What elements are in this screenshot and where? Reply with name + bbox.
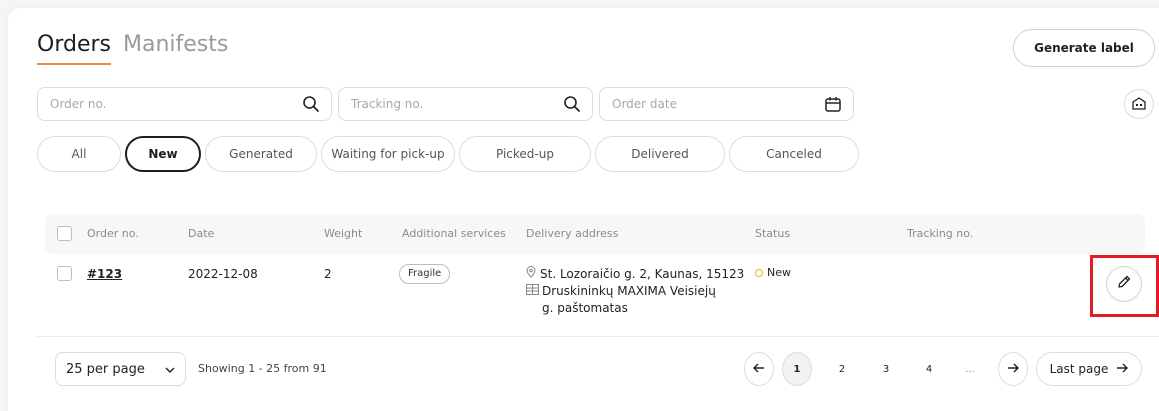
chip-picked-up[interactable]: Picked-up bbox=[459, 136, 591, 172]
building-icon bbox=[1132, 95, 1146, 114]
page-2-button[interactable]: 2 bbox=[832, 352, 852, 386]
address-line-1: St. Lozoraičio g. 2, Kaunas, 15123 bbox=[540, 267, 745, 281]
parcel-terminal-icon bbox=[526, 283, 539, 300]
pencil-icon bbox=[1116, 274, 1132, 294]
page-1-button[interactable]: 1 bbox=[782, 352, 812, 386]
status-text: New bbox=[767, 266, 791, 279]
tab-orders[interactable]: Orders bbox=[37, 30, 111, 65]
header-delivery-address: Delivery address bbox=[526, 227, 619, 240]
location-pin-icon bbox=[526, 266, 536, 283]
per-page-value: 25 per page bbox=[66, 361, 145, 377]
last-page-button[interactable]: Last page bbox=[1036, 352, 1142, 386]
tab-manifests[interactable]: Manifests bbox=[123, 30, 228, 60]
last-page-label: Last page bbox=[1049, 362, 1109, 376]
showing-count: Showing 1 - 25 from 91 bbox=[198, 362, 327, 375]
chip-all[interactable]: All bbox=[37, 136, 121, 172]
row-checkbox[interactable] bbox=[57, 266, 72, 281]
terminal-line: Druskininkų MAXIMA Veisiejų bbox=[526, 283, 751, 300]
header-status: Status bbox=[755, 227, 791, 240]
order-weight: 2 bbox=[324, 267, 332, 281]
tabs: Orders Manifests bbox=[37, 30, 240, 65]
status-badge: New bbox=[755, 266, 791, 279]
status-dot-icon bbox=[755, 269, 763, 277]
order-no-field[interactable] bbox=[37, 87, 332, 121]
table-header: Order no. Date Weight Additional service… bbox=[45, 214, 1145, 254]
order-date-input[interactable] bbox=[612, 97, 823, 111]
chip-generated[interactable]: Generated bbox=[205, 136, 317, 172]
prev-page-button[interactable] bbox=[744, 352, 774, 386]
address-line-2: Druskininkų MAXIMA Veisiejų bbox=[542, 284, 716, 298]
next-page-button[interactable] bbox=[998, 352, 1028, 386]
order-date: 2022-12-08 bbox=[188, 267, 258, 281]
calendar-icon[interactable] bbox=[823, 94, 843, 114]
status-filter-chips: All New Generated Waiting for pick-up Pi… bbox=[37, 136, 863, 172]
page-ellipsis: ... bbox=[965, 363, 975, 375]
page-3-button[interactable]: 3 bbox=[876, 352, 896, 386]
generate-label-button[interactable]: Generate label bbox=[1013, 29, 1155, 67]
tracking-no-field[interactable] bbox=[338, 87, 593, 121]
arrow-right-icon bbox=[1116, 362, 1129, 376]
order-no-link[interactable]: #123 bbox=[87, 267, 122, 281]
chip-canceled[interactable]: Canceled bbox=[729, 136, 859, 172]
order-no-input[interactable] bbox=[50, 97, 301, 111]
page-4-button[interactable]: 4 bbox=[919, 352, 939, 386]
header-additional-services: Additional services bbox=[402, 227, 506, 240]
search-icon[interactable] bbox=[562, 94, 582, 114]
search-icon[interactable] bbox=[301, 94, 321, 114]
orders-panel bbox=[8, 8, 1159, 411]
address-line-3: g. paštomatas bbox=[542, 301, 628, 315]
header-order-no: Order no. bbox=[87, 227, 139, 240]
table-row: #123 2022-12-08 2 Fragile St. Lozoraičio… bbox=[45, 256, 1145, 334]
address-line: St. Lozoraičio g. 2, Kaunas, 15123 bbox=[526, 266, 751, 283]
arrow-right-icon bbox=[1007, 363, 1019, 376]
chip-delivered[interactable]: Delivered bbox=[595, 136, 725, 172]
divider bbox=[37, 336, 1159, 337]
delivery-address: St. Lozoraičio g. 2, Kaunas, 15123 Drusk… bbox=[526, 266, 751, 317]
per-page-select[interactable]: 25 per page bbox=[55, 352, 186, 386]
header-tracking-no: Tracking no. bbox=[907, 227, 974, 240]
header-weight: Weight bbox=[324, 227, 363, 240]
select-all-checkbox[interactable] bbox=[57, 226, 72, 241]
chip-new[interactable]: New bbox=[125, 136, 201, 172]
header-date: Date bbox=[188, 227, 215, 240]
tracking-no-input[interactable] bbox=[351, 97, 562, 111]
arrow-left-icon bbox=[753, 363, 765, 376]
warehouse-button[interactable] bbox=[1124, 89, 1154, 119]
order-date-field[interactable] bbox=[599, 87, 854, 121]
chip-waiting-for-pick-up[interactable]: Waiting for pick-up bbox=[321, 136, 455, 172]
edit-button[interactable] bbox=[1106, 266, 1142, 302]
chevron-down-icon bbox=[165, 362, 175, 377]
service-badge: Fragile bbox=[399, 264, 451, 284]
